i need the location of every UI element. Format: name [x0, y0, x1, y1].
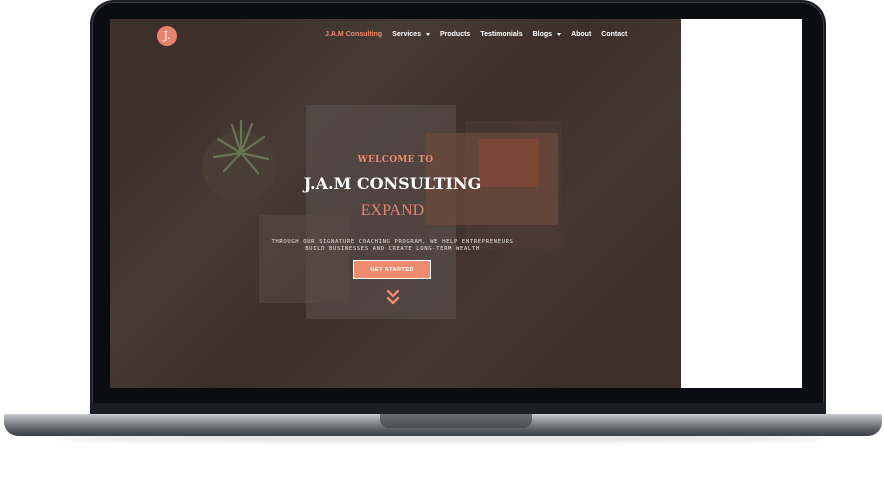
main-nav: J.A.M Consulting Services Products Testi… — [325, 31, 627, 38]
rotating-word: EXPAND — [360, 202, 425, 219]
nav-item-products[interactable]: Products — [440, 31, 470, 38]
website-hero: J. J.A.M Consulting Services Products Te… — [110, 19, 681, 388]
laptop-notch — [380, 414, 532, 428]
background-card — [259, 215, 349, 303]
double-chevron-down-icon[interactable] — [385, 289, 401, 307]
caret-down-icon — [557, 33, 562, 36]
get-started-button[interactable]: GET STARTED — [353, 260, 431, 279]
hero-title: J.A.M CONSULTING — [303, 174, 482, 193]
nav-item-about[interactable]: About — [571, 31, 591, 38]
nav-item-label: About — [571, 31, 592, 38]
nav-item-services[interactable]: Services — [392, 31, 430, 38]
nav-item-label: J.A.M Consulting — [325, 31, 383, 38]
welcome-heading: WELCOME TO — [357, 155, 434, 165]
hero-tagline: THROUGH OUR SIGNATURE COACHING PROGRAM, … — [230, 239, 555, 253]
nav-item-label: Blogs — [532, 31, 553, 38]
nav-item-contact[interactable]: Contact — [601, 31, 627, 38]
nav-item-home[interactable]: J.A.M Consulting — [325, 31, 382, 38]
laptop-screen: J. J.A.M Consulting Services Products Te… — [110, 19, 802, 388]
plant-icon — [212, 119, 270, 175]
tagline-line: THROUGH OUR SIGNATURE COACHING PROGRAM, … — [271, 239, 514, 245]
caret-down-icon — [425, 33, 430, 36]
nav-item-label: Contact — [601, 31, 628, 38]
nav-item-label: Services — [392, 31, 421, 38]
nav-item-testimonials[interactable]: Testimonials — [480, 31, 522, 38]
nav-item-label: Products — [439, 31, 471, 38]
tagline-line: BUILD BUSINESSES AND CREATE LONG-TERM WE… — [305, 246, 480, 252]
nav-item-label: Testimonials — [480, 31, 523, 38]
nav-item-blogs[interactable]: Blogs — [532, 31, 562, 38]
blank-panel — [681, 24, 802, 388]
brand-logo[interactable]: J. — [157, 26, 177, 46]
